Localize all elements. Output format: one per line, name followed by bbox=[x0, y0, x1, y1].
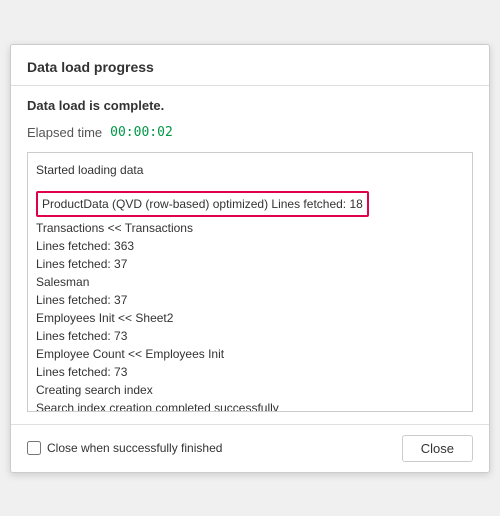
log-highlighted-block: ProductData (QVD (row-based) optimized) … bbox=[36, 191, 369, 217]
log-item: Lines fetched: 363 bbox=[36, 237, 464, 255]
data-load-dialog: Data load progress Data load is complete… bbox=[10, 44, 490, 473]
log-item: Salesman bbox=[36, 273, 464, 291]
log-started: Started loading data bbox=[36, 161, 464, 179]
close-checkbox[interactable] bbox=[27, 441, 41, 455]
log-item: Lines fetched: 73 bbox=[36, 363, 464, 381]
log-item: Employees Init << Sheet2 bbox=[36, 309, 464, 327]
status-complete: Data load is complete. bbox=[27, 98, 473, 113]
dialog-title: Data load progress bbox=[27, 59, 154, 75]
elapsed-value: 00:00:02 bbox=[110, 125, 173, 140]
log-item: Transactions << Transactions bbox=[36, 219, 464, 237]
dialog-header: Data load progress bbox=[11, 45, 489, 86]
elapsed-label: Elapsed time bbox=[27, 125, 102, 140]
log-item: Lines fetched: 73 bbox=[36, 327, 464, 345]
close-checkbox-label: Close when successfully finished bbox=[47, 441, 222, 455]
dialog-footer: Close when successfully finished Close bbox=[11, 424, 489, 472]
log-item: Lines fetched: 37 bbox=[36, 255, 464, 273]
log-entries: Transactions << TransactionsLines fetche… bbox=[36, 219, 464, 412]
close-button[interactable]: Close bbox=[402, 435, 473, 462]
elapsed-row: Elapsed time 00:00:02 bbox=[27, 125, 473, 140]
checkbox-row: Close when successfully finished bbox=[27, 441, 222, 455]
log-item: Employee Count << Employees Init bbox=[36, 345, 464, 363]
log-container[interactable]: Started loading data ProductData (QVD (r… bbox=[27, 152, 473, 412]
log-item: Search index creation completed successf… bbox=[36, 399, 464, 412]
dialog-body: Data load is complete. Elapsed time 00:0… bbox=[11, 86, 489, 424]
log-item: Creating search index bbox=[36, 381, 464, 399]
log-item: Lines fetched: 37 bbox=[36, 291, 464, 309]
